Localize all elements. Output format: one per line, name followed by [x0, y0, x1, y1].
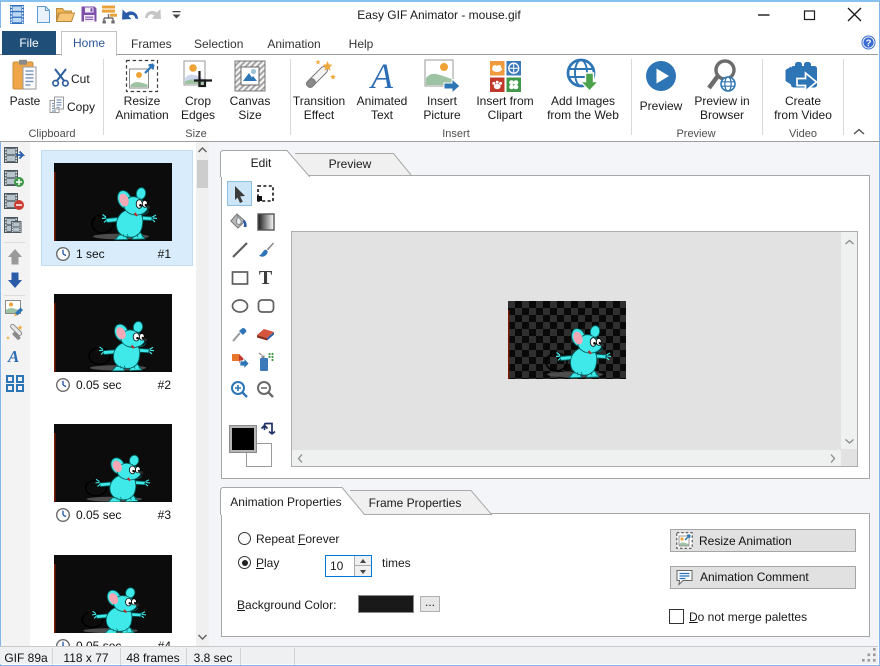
svg-text:?: ? — [866, 38, 872, 49]
